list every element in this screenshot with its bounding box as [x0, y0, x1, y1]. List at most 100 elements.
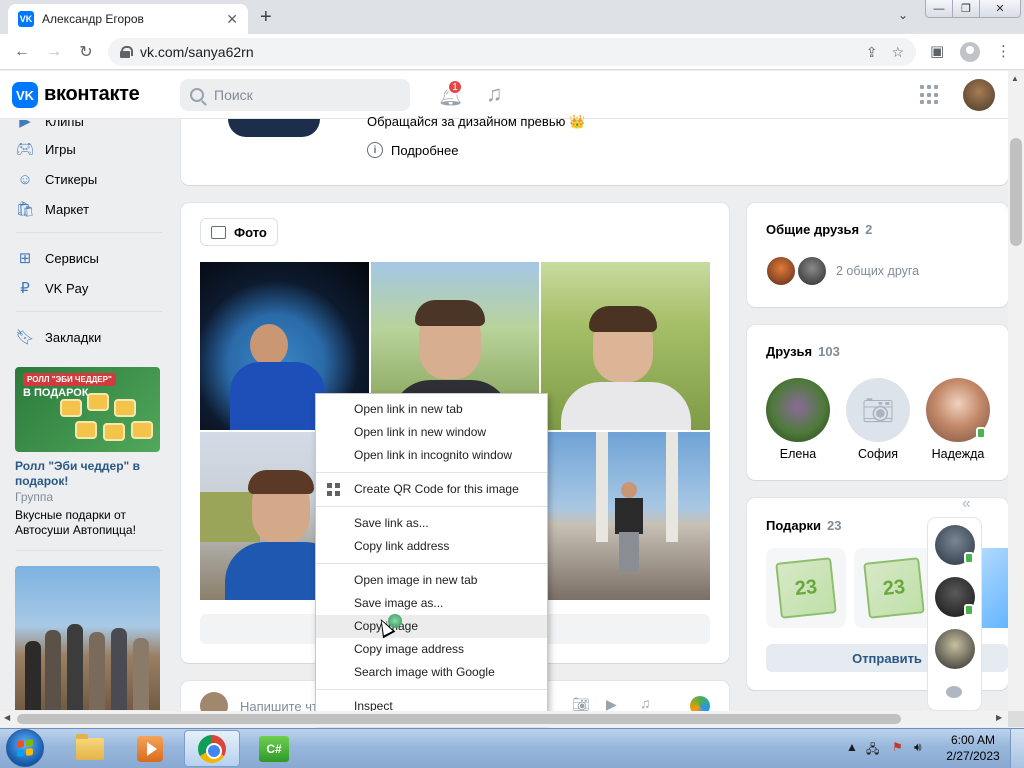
search-icon — [190, 88, 204, 102]
menu-search-image-google[interactable]: Search image with Google — [316, 661, 547, 684]
sidebar-item-bookmarks[interactable]: 🔖︎ Закладки — [15, 328, 102, 346]
apps-grid-icon[interactable] — [920, 85, 940, 105]
gifts-count: 23 — [827, 518, 842, 533]
menu-save-link-as[interactable]: Save link as... — [316, 512, 547, 535]
chrome-menu-icon[interactable]: ⋮ — [996, 42, 1011, 60]
friends-title-text: Друзья — [766, 344, 813, 359]
profile-more-button[interactable]: i Подробнее — [367, 142, 458, 158]
menu-copy-image-address[interactable]: Copy image address — [316, 638, 547, 661]
gifts-title[interactable]: Подарки 23 — [766, 518, 842, 533]
taskbar-chrome[interactable] — [184, 730, 240, 767]
scroll-up-arrow-icon[interactable]: ▲ — [1011, 74, 1019, 83]
gift-item[interactable]: 23 — [766, 548, 846, 628]
menu-open-image-new-tab[interactable]: Open image in new tab — [316, 569, 547, 592]
sidebar-item-label: Маркет — [45, 201, 90, 217]
friend-name[interactable]: Надежда — [918, 447, 998, 461]
forward-arrow-icon[interactable]: → — [42, 40, 66, 64]
notification-badge: 1 — [447, 79, 463, 95]
show-desktop-button[interactable] — [1010, 729, 1024, 768]
taskbar-media-player[interactable] — [122, 730, 178, 767]
profile-more-label: Подробнее — [391, 142, 459, 158]
sidebar-item-stickers[interactable]: ☺ Стикеры — [16, 170, 97, 188]
mutual-friends-text[interactable]: 2 общих друга — [836, 264, 919, 278]
sidebar-item-market[interactable]: 🛍︎ Маркет — [15, 200, 90, 218]
share-icon[interactable]: ⇪ — [866, 44, 878, 61]
taskbar-csharp[interactable]: C# — [246, 730, 302, 767]
chat-avatar[interactable] — [935, 629, 975, 669]
menu-copy-link-address[interactable]: Copy link address — [316, 535, 547, 558]
volume-icon[interactable]: 🔊︎ — [914, 740, 922, 755]
chat-bubble-icon[interactable] — [946, 686, 962, 698]
sidebar-item-label: Закладки — [45, 329, 102, 345]
menu-open-link-incognito[interactable]: Open link in incognito window — [316, 444, 547, 467]
menu-save-image-as[interactable]: Save image as... — [316, 592, 547, 615]
ruble-icon: ₽ — [20, 280, 30, 297]
scroll-right-arrow-icon[interactable]: ▶ — [996, 713, 1002, 722]
vk-logo-icon[interactable]: VK — [12, 82, 38, 108]
sticker-icon: ☺ — [17, 170, 33, 188]
network-icon[interactable]: 🖧︎ — [866, 740, 879, 761]
friend-name[interactable]: Елена — [758, 447, 838, 461]
sidebar-divider — [16, 311, 162, 312]
user-avatar[interactable] — [963, 79, 995, 111]
menu-open-link-new-tab[interactable]: Open link in new tab — [316, 398, 547, 421]
friend-avatar-sofia-camera-icon[interactable]: 📷︎ — [846, 378, 910, 442]
lock-icon[interactable] — [120, 46, 133, 58]
collapse-chats-icon[interactable]: « — [962, 495, 971, 513]
vertical-scroll-thumb[interactable] — [1010, 138, 1022, 246]
online-indicator — [976, 427, 986, 439]
mutual-friend-avatar[interactable] — [765, 255, 797, 287]
friend-avatar-elena[interactable] — [766, 378, 830, 442]
mutual-friends-title[interactable]: Общие друзья 2 — [766, 222, 872, 237]
mutual-friend-avatar[interactable] — [796, 255, 828, 287]
vk-header: VK вконтакте Поиск 🔔︎ 1 ♫ — [0, 71, 1008, 119]
ad-image-game[interactable] — [15, 566, 160, 710]
gift-item[interactable]: 23 — [854, 548, 934, 628]
csharp-ide-icon: C# — [259, 735, 289, 762]
bookmark-star-icon[interactable]: ☆ — [891, 44, 904, 61]
sidebar-item-services[interactable]: ⊞ Сервисы — [16, 249, 99, 267]
back-arrow-icon[interactable]: ← — [10, 40, 34, 64]
tab-close-icon[interactable]: ✕ — [226, 11, 238, 28]
reload-icon[interactable]: ↻ — [74, 40, 98, 64]
show-hidden-icons-arrow[interactable]: ▲ — [846, 740, 858, 754]
sidebar-item-label: VK Pay — [45, 280, 89, 296]
tab-search-chevron-icon[interactable]: ⌄ — [898, 8, 908, 22]
profile-avatar[interactable] — [228, 119, 320, 137]
taskbar-explorer[interactable] — [62, 730, 118, 767]
horizontal-scroll-thumb[interactable] — [17, 714, 901, 724]
vk-search-input[interactable]: Поиск — [180, 79, 410, 111]
music-icon[interactable]: ♫ — [486, 81, 503, 107]
action-center-flag-icon[interactable]: ⚑ — [892, 740, 903, 754]
sidebar-item-clips[interactable]: ▶ Клипы — [16, 120, 84, 130]
friend-name[interactable]: София — [838, 447, 918, 461]
music-note-icon[interactable]: ♫ — [640, 695, 651, 711]
photo-pavilion[interactable] — [541, 432, 710, 600]
sidebar-divider — [16, 550, 162, 551]
services-icon: ⊞ — [18, 250, 32, 267]
sidebar-item-vkpay[interactable]: ₽ VK Pay — [16, 279, 88, 297]
friends-title[interactable]: Друзья 103 — [766, 344, 840, 359]
profile-avatar-icon[interactable] — [960, 42, 980, 62]
clock-time[interactable]: 6:00 AM — [948, 733, 998, 747]
window-close-button[interactable]: ✕ — [979, 0, 1021, 18]
new-tab-button[interactable]: + — [260, 5, 272, 29]
menu-create-qr-code[interactable]: Create QR Code for this image — [316, 478, 547, 501]
url-text[interactable]: vk.com/sanya62rn — [140, 44, 852, 60]
clock-date[interactable]: 2/27/2023 — [944, 749, 1002, 763]
menu-open-link-new-window[interactable]: Open link in new window — [316, 421, 547, 444]
window-maximize-button[interactable]: ❐ — [952, 0, 980, 18]
address-bar[interactable]: vk.com/sanya62rn ⇪ ☆ — [108, 38, 916, 66]
tab-photos[interactable]: Фото — [200, 218, 278, 246]
window-minimize-button[interactable]: — — [925, 0, 953, 18]
menu-separator — [316, 563, 547, 564]
scroll-left-arrow-icon[interactable]: ◀ — [4, 713, 10, 722]
photo-garden[interactable] — [541, 262, 710, 430]
side-panel-icon[interactable]: ▣ — [930, 42, 944, 60]
browser-tab[interactable]: VK Александр Егоров ✕ — [8, 4, 248, 34]
sidebar-item-games[interactable]: 🎮︎ Игры — [15, 140, 75, 158]
ad-image-rolls[interactable]: РОЛЛ "ЭБИ ЧЕДДЕР" В ПОДАРОК — [15, 367, 160, 452]
vk-brand-name[interactable]: вконтакте — [44, 83, 140, 106]
ad-title[interactable]: Ролл "Эби чеддер" в подарок! — [15, 459, 160, 489]
menu-copy-image[interactable]: Copy image — [316, 615, 547, 638]
